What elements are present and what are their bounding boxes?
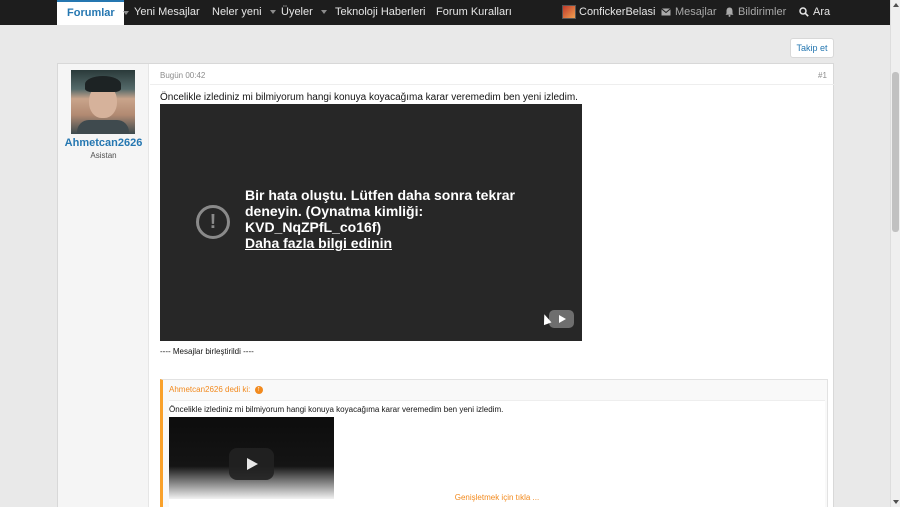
scroll-up-arrow-icon[interactable] (893, 3, 899, 7)
avatar-hair-shape (85, 76, 121, 92)
nav-tech-news[interactable]: Teknoloji Haberleri (335, 0, 426, 25)
video-error-message: Bir hata oluştu. Lütfen daha sonra tekra… (245, 187, 515, 235)
play-icon[interactable] (229, 448, 274, 480)
follow-thread-button[interactable]: Takip et (790, 38, 834, 58)
expand-quote-link[interactable]: Genişletmek için tıkla ... (169, 493, 825, 502)
nav-whats-new[interactable]: Neler yeni (212, 0, 276, 25)
nav-whats-new-label: Neler yeni (212, 6, 262, 18)
post-message: Ahmetcan2626 Asistan Bugün 00:42 #1 Önce… (57, 63, 834, 507)
nav-search-label: Ara (813, 6, 831, 18)
scroll-thumb[interactable] (892, 72, 899, 232)
nav-messages-label: Mesajlar (675, 6, 717, 18)
search-icon (799, 7, 809, 17)
chevron-down-icon[interactable] (122, 11, 129, 16)
quote-header[interactable]: Ahmetcan2626 dedi ki: ↑ (169, 385, 263, 394)
top-navigation: Forumlar Yeni Mesajlar Neler yeni Üyeler… (0, 0, 890, 25)
post-header-divider (150, 84, 834, 85)
youtube-logo-icon[interactable] (549, 310, 574, 328)
chevron-down-icon[interactable] (320, 10, 327, 15)
video-error-link[interactable]: Daha fazla bilgi edinin (245, 235, 545, 251)
bell-icon (725, 7, 734, 17)
avatar-shirt-shape (77, 120, 129, 134)
post-text: Öncelikle izlediniz mi bilmiyorum hangi … (160, 92, 578, 103)
merged-note: ---- Mesajlar birleştirildi ---- (160, 347, 254, 356)
error-icon: ! (196, 205, 230, 239)
embedded-video-player[interactable]: ! Bir hata oluştu. Lütfen daha sonra tek… (160, 104, 582, 341)
quote-video-thumbnail[interactable] (169, 417, 334, 499)
nav-alerts-label: Bildirimler (738, 6, 787, 18)
nav-new-posts[interactable]: Yeni Mesajlar (134, 0, 200, 25)
scroll-down-arrow-icon[interactable] (893, 500, 899, 504)
arrow-up-circle-icon[interactable]: ↑ (254, 385, 263, 394)
avatar (562, 5, 576, 20)
quote-body: Öncelikle izlediniz mi bilmiyorum hangi … (169, 400, 825, 507)
quote-text: Öncelikle izlediniz mi bilmiyorum hangi … (169, 405, 504, 414)
nav-forums[interactable]: Forumlar (57, 0, 129, 25)
account-name: ConfickerBelasi (579, 6, 656, 18)
nav-forums-label: Forumlar (67, 7, 115, 19)
chevron-down-icon[interactable] (269, 10, 276, 15)
nav-members[interactable]: Üyeler (281, 0, 327, 25)
nav-messages[interactable]: Mesajlar (661, 0, 717, 25)
post-username[interactable]: Ahmetcan2626 (58, 137, 149, 149)
page-scrollbar[interactable] (890, 0, 900, 507)
envelope-icon (661, 8, 671, 16)
video-error-text: Bir hata oluştu. Lütfen daha sonra tekra… (245, 187, 545, 251)
quote-author: Ahmetcan2626 dedi ki: (169, 385, 251, 394)
post-number[interactable]: #1 (818, 71, 827, 80)
post-date[interactable]: Bugün 00:42 (160, 71, 205, 80)
nav-alerts[interactable]: Bildirimler (725, 0, 786, 25)
post-user-panel: Ahmetcan2626 Asistan (58, 64, 149, 507)
quote-block: Ahmetcan2626 dedi ki: ↑ Öncelikle izledi… (160, 379, 828, 507)
nav-forum-rules[interactable]: Forum Kuralları (436, 0, 512, 25)
user-avatar[interactable] (71, 70, 135, 134)
nav-members-label: Üyeler (281, 6, 313, 18)
account-menu[interactable]: ConfickerBelasi (562, 0, 655, 25)
nav-search[interactable]: Ara (799, 0, 830, 25)
user-title: Asistan (90, 151, 117, 160)
